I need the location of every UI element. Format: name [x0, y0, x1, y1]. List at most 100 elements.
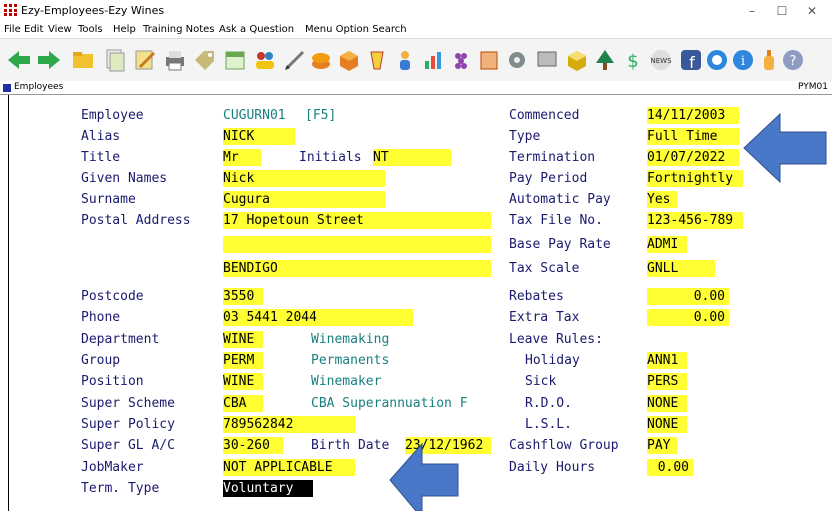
- info-icon[interactable]: i: [730, 47, 756, 73]
- department-field[interactable]: WINE: [223, 331, 263, 348]
- calendar-icon[interactable]: [222, 47, 248, 73]
- super-gl-label: Super GL A/C: [81, 438, 175, 453]
- employee-code[interactable]: CUGURN01: [223, 107, 286, 124]
- type-field[interactable]: Full Time: [647, 128, 739, 145]
- given-names-field[interactable]: Nick: [223, 170, 385, 187]
- rebates-label: Rebates: [509, 289, 564, 304]
- type-label: Type: [509, 129, 541, 144]
- document-icon[interactable]: [476, 47, 502, 73]
- commenced-field[interactable]: 14/11/2003: [647, 107, 739, 124]
- tree-icon[interactable]: [592, 47, 618, 73]
- settings-icon[interactable]: [504, 47, 530, 73]
- phone-label: Phone: [81, 310, 121, 325]
- drink-icon[interactable]: [364, 47, 390, 73]
- tax-file-field[interactable]: 123-456-789: [647, 212, 743, 229]
- birth-date-label: Birth Date: [311, 438, 390, 453]
- term-type-field[interactable]: Voluntary: [223, 480, 313, 497]
- cashflow-group-field[interactable]: PAY: [647, 437, 677, 454]
- svg-text:f: f: [689, 53, 695, 72]
- initials-label: Initials: [299, 150, 362, 165]
- money-icon[interactable]: $: [620, 47, 646, 73]
- menu-edit[interactable]: Edit: [24, 24, 43, 35]
- jobmaker-label: JobMaker: [81, 460, 144, 475]
- menu-view[interactable]: View: [48, 24, 72, 35]
- back-arrow-icon[interactable]: [6, 47, 32, 73]
- employee-label: Employee: [81, 108, 144, 123]
- sick-field[interactable]: PERS: [647, 373, 687, 390]
- automatic-pay-field[interactable]: Yes: [647, 191, 677, 208]
- pen-icon[interactable]: [282, 47, 308, 73]
- jobmaker-field[interactable]: NOT APPLICABLE: [223, 459, 355, 476]
- pay-period-label: Pay Period: [509, 171, 588, 186]
- super-policy-field[interactable]: 789562842: [223, 416, 355, 433]
- postal-address-line1[interactable]: 17 Hopetoun Street: [223, 212, 491, 229]
- menu-tools[interactable]: Tools: [78, 24, 103, 35]
- svg-text:$: $: [627, 51, 638, 72]
- employee-lookup-key[interactable]: [F5]: [305, 107, 336, 124]
- phone-field[interactable]: 03 5441 2044: [223, 309, 413, 326]
- postcode-field[interactable]: 3550: [223, 288, 263, 305]
- screen-label: Employees: [14, 82, 64, 92]
- termination-field[interactable]: 01/07/2022: [647, 149, 739, 166]
- sick-label: Sick: [525, 374, 557, 389]
- group-field[interactable]: PERM: [223, 352, 263, 369]
- postal-address-line2[interactable]: [223, 236, 491, 253]
- extra-tax-field[interactable]: 0.00: [647, 309, 729, 326]
- person-icon[interactable]: [392, 47, 418, 73]
- base-pay-rate-label: Base Pay Rate: [509, 237, 611, 252]
- menu-training-notes[interactable]: Training Notes: [143, 24, 215, 35]
- grapes-icon[interactable]: [448, 47, 474, 73]
- holiday-field[interactable]: ANN1: [647, 352, 687, 369]
- tax-scale-field[interactable]: GNLL: [647, 260, 715, 277]
- daily-hours-label: Daily Hours: [509, 460, 596, 475]
- rdo-label: R.D.O.: [525, 396, 572, 411]
- screen-icon[interactable]: [534, 47, 560, 73]
- box-icon[interactable]: [336, 47, 362, 73]
- postal-address-label: Postal Address: [81, 213, 191, 228]
- svg-text:NEWS: NEWS: [650, 57, 672, 65]
- package-icon[interactable]: [564, 47, 590, 73]
- screen-icon-square: [3, 84, 11, 92]
- svg-text:i: i: [741, 54, 745, 69]
- position-description: Winemaker: [311, 374, 382, 389]
- printer-icon[interactable]: [162, 47, 188, 73]
- postal-address-line3[interactable]: BENDIGO: [223, 260, 491, 277]
- rebates-field[interactable]: 0.00: [647, 288, 729, 305]
- super-gl-field[interactable]: 30-260: [223, 437, 283, 454]
- close-button[interactable]: ✕: [802, 3, 822, 19]
- initials-field[interactable]: NT: [373, 149, 451, 166]
- refresh-icon[interactable]: [704, 47, 730, 73]
- help-icon[interactable]: ?: [780, 47, 806, 73]
- maximize-button[interactable]: ☐: [772, 3, 792, 19]
- pay-period-field[interactable]: Fortnightly: [647, 170, 743, 187]
- lsl-label: L.S.L.: [525, 417, 572, 432]
- coins-icon[interactable]: [308, 47, 334, 73]
- edit-icon[interactable]: [132, 47, 158, 73]
- menu-ask-a-question[interactable]: Ask a Question: [219, 24, 294, 35]
- minimize-button[interactable]: –: [742, 3, 762, 19]
- rdo-field[interactable]: NONE: [647, 395, 687, 412]
- termination-label: Termination: [509, 150, 596, 165]
- daily-hours-field[interactable]: 0.00: [647, 459, 693, 476]
- position-field[interactable]: WINE: [223, 373, 263, 390]
- folder-icon[interactable]: [70, 47, 96, 73]
- menu-option-search[interactable]: Menu Option Search: [305, 24, 407, 35]
- lsl-field[interactable]: NONE: [647, 416, 687, 433]
- surname-label: Surname: [81, 192, 136, 207]
- news-icon[interactable]: NEWS: [648, 47, 674, 73]
- tag-icon[interactable]: [192, 47, 218, 73]
- super-scheme-field[interactable]: CBA: [223, 395, 263, 412]
- forward-arrow-icon[interactable]: [36, 47, 62, 73]
- screen-code: PYM01: [798, 82, 828, 92]
- menu-help[interactable]: Help: [113, 24, 136, 35]
- users-icon[interactable]: [252, 47, 278, 73]
- title-field[interactable]: Mr: [223, 149, 261, 166]
- documents-icon[interactable]: [102, 47, 128, 73]
- bottle-icon[interactable]: [756, 47, 782, 73]
- surname-field[interactable]: Cugura: [223, 191, 385, 208]
- menu-file[interactable]: File: [4, 24, 21, 35]
- alias-field[interactable]: NICK: [223, 128, 295, 145]
- chart-icon[interactable]: [420, 47, 446, 73]
- base-pay-rate-field[interactable]: ADMI: [647, 236, 687, 253]
- facebook-icon[interactable]: f: [678, 47, 704, 73]
